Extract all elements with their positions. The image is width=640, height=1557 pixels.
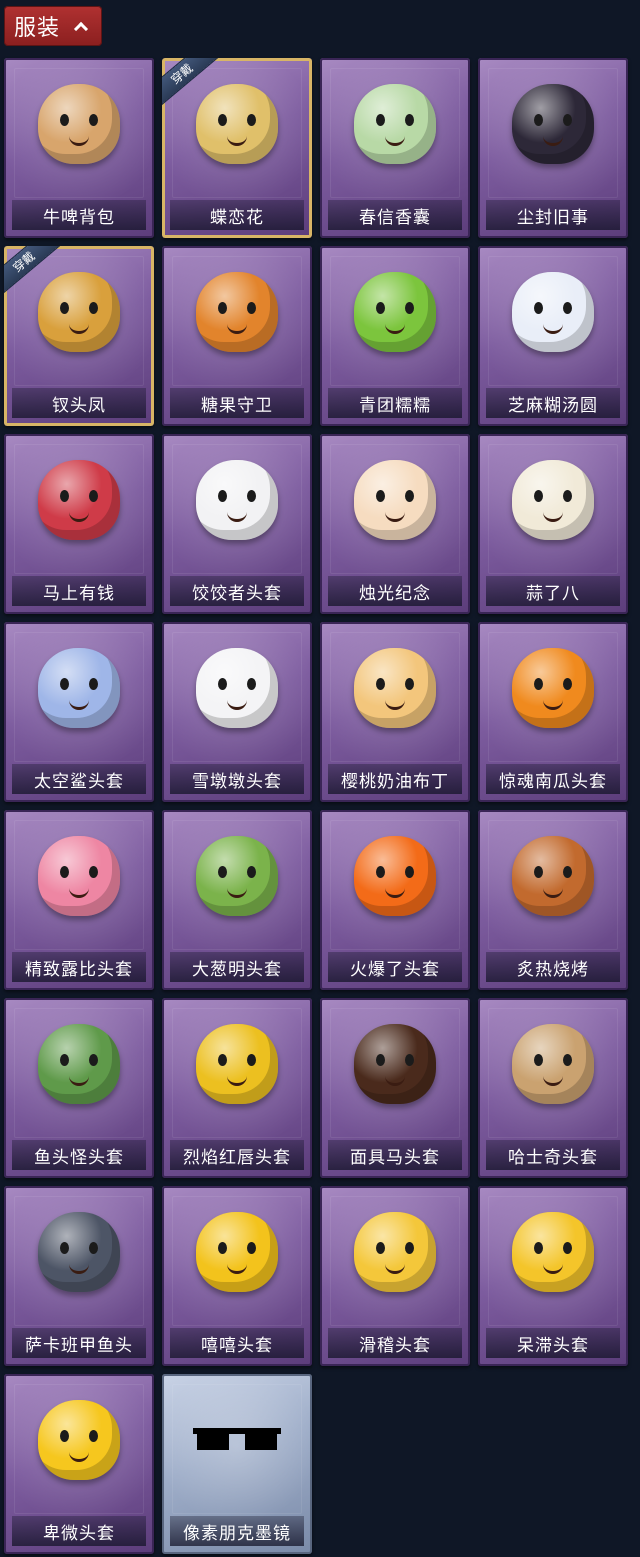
grilled-meat-head-icon [505, 828, 601, 924]
costume-card[interactable]: 尘封旧事 [478, 58, 628, 238]
scallion-head-icon [189, 828, 285, 924]
costume-name: 哈士奇头套 [486, 1140, 620, 1170]
costume-card[interactable]: 春信香囊 [320, 58, 470, 238]
costume-card[interactable]: 大葱明头套 [162, 810, 312, 990]
costume-card[interactable]: 马上有钱 [4, 434, 154, 614]
costume-card[interactable]: 火爆了头套 [320, 810, 470, 990]
costume-name: 惊魂南瓜头套 [486, 764, 620, 794]
yellow-mascot-sunglasses-icon [189, 1016, 285, 1112]
costume-name: 滑稽头套 [328, 1328, 462, 1358]
costume-card[interactable]: 蝶恋花 穿戴 [162, 58, 312, 238]
costume-name: 烛光纪念 [328, 576, 462, 606]
costume-name: 蒜了八 [486, 576, 620, 606]
costume-card[interactable]: 惊魂南瓜头套 [478, 622, 628, 802]
costume-card[interactable]: 太空鲨头套 [4, 622, 154, 802]
candle-head-icon [347, 452, 443, 548]
category-title: 服装 [14, 16, 61, 41]
costume-name: 芝麻糊汤圆 [486, 388, 620, 418]
chibi-doll-charm-icon [505, 76, 601, 172]
garlic-head-icon [505, 452, 601, 548]
chevron-up-icon [74, 19, 88, 33]
costume-card[interactable]: 樱桃奶油布丁 [320, 622, 470, 802]
costume-name: 糖果守卫 [170, 388, 304, 418]
pink-beaver-head-icon [31, 828, 127, 924]
costume-name: 精致露比头套 [12, 952, 146, 982]
costume-card[interactable]: 像素朋克墨镜 [162, 1374, 312, 1554]
beer-barrel-backpack-icon [31, 76, 127, 172]
fish-head-mask-icon [31, 1016, 127, 1112]
costume-card[interactable]: 滑稽头套 [320, 1186, 470, 1366]
pumpkin-head-icon [505, 640, 601, 736]
costume-name: 饺饺者头套 [170, 576, 304, 606]
dumpling-head-icon [189, 452, 285, 548]
costume-name: 青团糯糯 [328, 388, 462, 418]
costume-name: 太空鲨头套 [12, 764, 146, 794]
costume-card[interactable]: 精致露比头套 [4, 810, 154, 990]
horse-mask-icon [347, 1016, 443, 1112]
fire-head-icon [347, 828, 443, 924]
costume-name: 呆滞头套 [486, 1328, 620, 1358]
costume-card[interactable]: 糖果守卫 [162, 246, 312, 426]
grin-emoji-head-icon [189, 1204, 285, 1300]
pixel-sunglasses-icon [189, 1392, 285, 1488]
costume-name: 马上有钱 [12, 576, 146, 606]
costume-name: 嘻嘻头套 [170, 1328, 304, 1358]
costume-name: 萨卡班甲鱼头 [12, 1328, 146, 1358]
costume-name: 尘封旧事 [486, 200, 620, 230]
costume-name: 雪墩墩头套 [170, 764, 304, 794]
pudding-head-icon [347, 640, 443, 736]
costume-card[interactable]: 萨卡班甲鱼头 [4, 1186, 154, 1366]
costume-card[interactable]: 雪墩墩头套 [162, 622, 312, 802]
rice-ball-icon [505, 264, 601, 360]
costume-name: 蝶恋花 [170, 200, 304, 230]
category-toggle-button[interactable]: 服装 [4, 6, 102, 46]
costume-card[interactable]: 烛光纪念 [320, 434, 470, 614]
sachet-icon [347, 76, 443, 172]
costume-card[interactable]: 呆滞头套 [478, 1186, 628, 1366]
smirk-emoji-head-icon [347, 1204, 443, 1300]
costume-name: 钗头凤 [12, 388, 146, 418]
phoenix-crown-doll-icon [31, 264, 127, 360]
costume-card[interactable]: 卑微头套 [4, 1374, 154, 1554]
costume-name: 春信香囊 [328, 200, 462, 230]
costume-name: 樱桃奶油布丁 [328, 764, 462, 794]
costume-name: 大葱明头套 [170, 952, 304, 982]
fish-head-icon [31, 1204, 127, 1300]
costume-name: 炙热烧烤 [486, 952, 620, 982]
costume-card[interactable]: 炙热烧烤 [478, 810, 628, 990]
costume-card[interactable]: 鱼头怪头套 [4, 998, 154, 1178]
costume-name: 烈焰红唇头套 [170, 1140, 304, 1170]
green-dumpling-icon [347, 264, 443, 360]
costume-name: 面具马头套 [328, 1140, 462, 1170]
shark-head-icon [31, 640, 127, 736]
costume-card[interactable]: 蒜了八 [478, 434, 628, 614]
costume-card[interactable]: 哈士奇头套 [478, 998, 628, 1178]
costume-grid: 牛啤背包 蝶恋花 穿戴 春信香囊 尘封旧事钗头凤 穿戴 糖果守卫 青团糯糯 芝麻糊汤圆马上有钱饺… [4, 58, 628, 1554]
horse-head-icon [31, 452, 127, 548]
costume-name: 像素朋克墨镜 [170, 1516, 304, 1546]
humble-emoji-head-icon [31, 1392, 127, 1488]
costume-name: 鱼头怪头套 [12, 1140, 146, 1170]
stunned-emoji-head-icon [505, 1204, 601, 1300]
costume-card[interactable]: 芝麻糊汤圆 [478, 246, 628, 426]
pumpkin-candy-guard-icon [189, 264, 285, 360]
costume-card[interactable]: 钗头凤 穿戴 [4, 246, 154, 426]
costume-card[interactable]: 牛啤背包 [4, 58, 154, 238]
costume-name: 牛啤背包 [12, 200, 146, 230]
butterfly-bell-ornament-icon [189, 76, 285, 172]
costume-name: 火爆了头套 [328, 952, 462, 982]
costume-card[interactable]: 烈焰红唇头套 [162, 998, 312, 1178]
husky-sunglasses-icon [505, 1016, 601, 1112]
costume-card[interactable]: 饺饺者头套 [162, 434, 312, 614]
snowman-head-icon [189, 640, 285, 736]
costume-name: 卑微头套 [12, 1516, 146, 1546]
costume-card[interactable]: 嘻嘻头套 [162, 1186, 312, 1366]
costume-card[interactable]: 青团糯糯 [320, 246, 470, 426]
costume-card[interactable]: 面具马头套 [320, 998, 470, 1178]
